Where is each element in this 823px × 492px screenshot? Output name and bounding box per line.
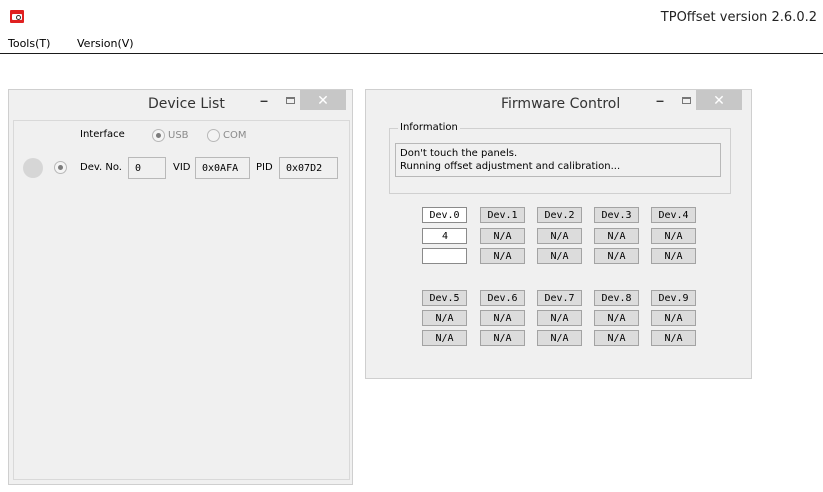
usb-radio[interactable] — [152, 129, 165, 142]
dev-4-value-b: N/A — [651, 248, 696, 264]
app-icon[interactable] — [10, 10, 24, 23]
dev-7-value-a: N/A — [537, 310, 582, 326]
device-list-title: Device List — [148, 96, 225, 112]
usb-radio-label: USB — [168, 130, 189, 141]
dev-5-value-b: N/A — [422, 330, 467, 346]
dev-7-value-b: N/A — [537, 330, 582, 346]
dev-2-value-b: N/A — [537, 248, 582, 264]
dev-1-value-b: N/A — [480, 248, 525, 264]
dev-1-value-a: N/A — [480, 228, 525, 244]
dev-no-field[interactable]: 0 — [128, 157, 166, 179]
firmware-control-titlebar[interactable]: Firmware Control – ✕ — [366, 90, 751, 120]
info-line: Running offset adjustment and calibratio… — [400, 161, 621, 172]
dev-7-label: Dev.7 — [537, 290, 582, 306]
maximize-icon[interactable] — [675, 90, 697, 110]
dev-8-label: Dev.8 — [594, 290, 639, 306]
dev-no-label: Dev. No. — [80, 162, 122, 173]
dev-9-label: Dev.9 — [651, 290, 696, 306]
dev-2-label: Dev.2 — [537, 207, 582, 223]
device-list-panel: Device List – ✕ Interface USB COM Dev. N… — [8, 89, 353, 485]
dev-4-value-a: N/A — [651, 228, 696, 244]
dev-0-label: Dev.0 — [422, 207, 467, 223]
dev-9-value-b: N/A — [651, 330, 696, 346]
com-radio-label: COM — [223, 130, 247, 141]
dev-3-value-a: N/A — [594, 228, 639, 244]
com-radio[interactable] — [207, 129, 220, 142]
dev-8-value-b: N/A — [594, 330, 639, 346]
dev-3-value-b: N/A — [594, 248, 639, 264]
close-icon[interactable]: ✕ — [696, 90, 742, 110]
dev-9-value-a: N/A — [651, 310, 696, 326]
vid-field[interactable]: 0x0AFA — [195, 157, 250, 179]
firmware-control-title: Firmware Control — [501, 96, 621, 112]
information-legend: Information — [398, 122, 460, 133]
device-status-indicator — [23, 158, 43, 178]
menu-version[interactable]: Version(V) — [77, 37, 134, 50]
interface-label: Interface — [80, 129, 125, 140]
info-line: Don't touch the panels. — [400, 148, 518, 159]
information-box: Don't touch the panels. Running offset a… — [395, 143, 721, 177]
maximize-icon[interactable] — [279, 90, 301, 110]
pid-label: PID — [256, 162, 273, 173]
dev-5-value-a: N/A — [422, 310, 467, 326]
dev-2-value-a: N/A — [537, 228, 582, 244]
device-list-titlebar[interactable]: Device List – ✕ — [9, 90, 352, 120]
title-bar: TPOffset version 2.6.0.2 — [0, 0, 823, 34]
firmware-control-panel: Firmware Control – ✕ Information Don't t… — [365, 89, 752, 379]
dev-1-label: Dev.1 — [480, 207, 525, 223]
device-list-body: Interface USB COM Dev. No. 0 VID 0x0AFA … — [13, 120, 350, 480]
dev-6-value-a: N/A — [480, 310, 525, 326]
information-group: Information Don't touch the panels. Runn… — [389, 122, 731, 194]
dev-5-label: Dev.5 — [422, 290, 467, 306]
dev-4-label: Dev.4 — [651, 207, 696, 223]
device-select-radio[interactable] — [54, 161, 67, 174]
window-title: TPOffset version 2.6.0.2 — [660, 10, 817, 25]
close-icon[interactable]: ✕ — [300, 90, 346, 110]
dev-0-value-a: 4 — [422, 228, 467, 244]
dev-3-label: Dev.3 — [594, 207, 639, 223]
menu-bar: Tools(T) Version(V) — [0, 34, 823, 54]
minimize-icon[interactable]: – — [253, 90, 275, 110]
dev-0-value-b — [422, 248, 467, 264]
menu-tools[interactable]: Tools(T) — [8, 37, 50, 50]
dev-6-value-b: N/A — [480, 330, 525, 346]
vid-label: VID — [173, 162, 191, 173]
dev-6-label: Dev.6 — [480, 290, 525, 306]
dev-8-value-a: N/A — [594, 310, 639, 326]
minimize-icon[interactable]: – — [649, 90, 671, 110]
pid-field[interactable]: 0x07D2 — [279, 157, 338, 179]
